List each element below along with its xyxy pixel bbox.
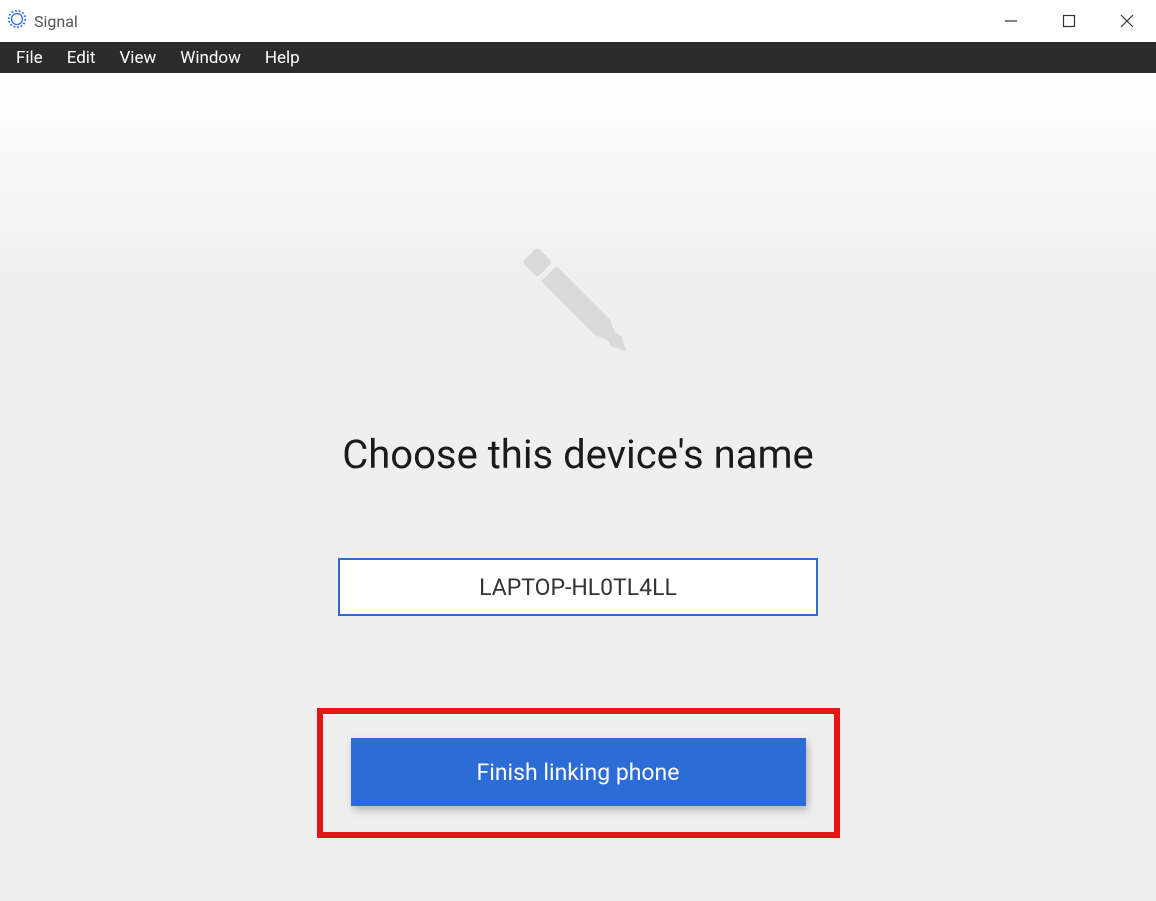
menu-view[interactable]: View bbox=[107, 45, 168, 71]
device-name-input[interactable] bbox=[338, 558, 818, 616]
close-button[interactable] bbox=[1098, 0, 1156, 42]
window-controls bbox=[982, 0, 1156, 42]
window-titlebar: Signal bbox=[0, 0, 1156, 42]
menu-edit[interactable]: Edit bbox=[55, 45, 108, 71]
titlebar-left: Signal bbox=[6, 8, 78, 34]
menu-help[interactable]: Help bbox=[253, 45, 312, 71]
minimize-button[interactable] bbox=[982, 0, 1040, 42]
finish-linking-button[interactable]: Finish linking phone bbox=[351, 738, 806, 806]
annotation-highlight: Finish linking phone bbox=[317, 708, 840, 838]
menu-window[interactable]: Window bbox=[168, 45, 253, 71]
menu-file[interactable]: File bbox=[4, 45, 55, 71]
page-heading: Choose this device's name bbox=[342, 431, 814, 478]
menubar: File Edit View Window Help bbox=[0, 42, 1156, 73]
pencil-icon bbox=[488, 213, 668, 393]
maximize-button[interactable] bbox=[1040, 0, 1098, 42]
app-title: Signal bbox=[34, 12, 78, 31]
signal-app-icon bbox=[6, 8, 28, 34]
main-content: Choose this device's name Finish linking… bbox=[0, 73, 1156, 901]
